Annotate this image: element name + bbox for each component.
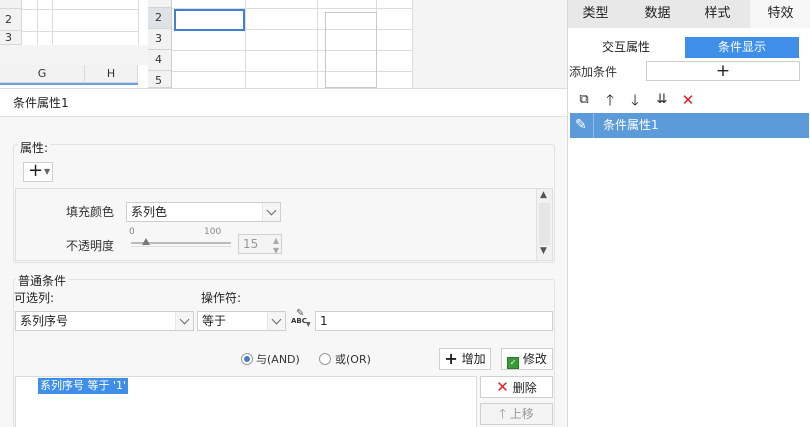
column-select[interactable]: 系列序号: [15, 311, 194, 331]
tab-type[interactable]: 类型: [568, 0, 623, 28]
arrow-up-icon: 🡑: [499, 407, 506, 422]
fill-color-value: 系列色: [131, 205, 168, 219]
properties-box: 填充颜色 系列色 不透明度 0 100 15 ▲ ▼ ▲ ▼: [15, 188, 553, 261]
right-panel: 类型 数据 样式 特效 交互属性 条件显示 添加条件 + ⧉ 🡑 🡓 ⇊ ✕ ✎…: [567, 0, 810, 427]
subtab-conditional-display[interactable]: 条件显示: [685, 37, 799, 58]
condition-group-label: 普通条件: [16, 272, 69, 289]
selected-cell[interactable]: [174, 9, 245, 31]
tab-data[interactable]: 数据: [630, 0, 685, 28]
opacity-slider-thumb[interactable]: [142, 238, 150, 245]
plus-icon: +: [715, 61, 731, 81]
operator-value: 等于: [202, 314, 227, 328]
pencil-icon: ✎: [575, 117, 587, 133]
dialog-title: 条件属性1: [0, 89, 567, 117]
opacity-value: 15: [243, 237, 259, 251]
add-property-button[interactable]: + ▼: [23, 162, 53, 182]
condition-value-input[interactable]: 1: [315, 311, 553, 331]
row-header-2: 2: [148, 8, 172, 29]
close-icon: ✕: [496, 378, 509, 396]
chevron-down-icon: [262, 203, 280, 221]
spinner-down-icon: ▼: [272, 246, 279, 255]
subtab-interaction[interactable]: 交互属性: [570, 37, 682, 58]
scroll-down-icon: ▼: [540, 246, 547, 256]
operator-label: 操作符:: [201, 291, 242, 305]
opacity-label: 不透明度: [66, 239, 115, 253]
pencil-icon: ✎: [296, 308, 305, 319]
scroll-up-icon: ▲: [540, 190, 547, 200]
add-condition-plus-button[interactable]: +: [646, 61, 800, 81]
copy-icon[interactable]: ⧉: [575, 91, 593, 109]
plus-icon: +: [444, 349, 458, 368]
or-label: 或(OR): [335, 353, 371, 366]
arrow-down-icon[interactable]: 🡓: [626, 91, 644, 109]
panel-tabs: 类型 数据 样式 特效: [568, 0, 810, 28]
move-up-button[interactable]: 🡑 上移: [480, 403, 553, 425]
delete-condition-button[interactable]: ✕ 删除: [480, 376, 553, 398]
edit-icon: ✓: [507, 357, 520, 369]
chevron-down-icon: [175, 312, 193, 330]
column-label: 可选列:: [14, 291, 55, 305]
row-header-3: 3: [0, 31, 22, 45]
row-header-5: 5: [148, 71, 172, 88]
operator-select[interactable]: 等于: [197, 311, 286, 331]
and-radio[interactable]: [241, 353, 253, 365]
tab-effects[interactable]: 特效: [750, 0, 810, 28]
close-icon[interactable]: ✕: [679, 91, 697, 109]
add-condition-label: 添加条件: [569, 65, 618, 79]
row-header-4: 4: [148, 50, 172, 71]
properties-label: 属性:: [18, 139, 51, 156]
fill-color-label: 填充颜色: [66, 205, 115, 219]
plus-icon: +: [28, 160, 44, 181]
condition-dialog: 条件属性1 属性: + ▼ 填充颜色 系列色 不透明度 0 100 15 ▲ ▼…: [0, 88, 567, 427]
opacity-min-label: 0: [129, 227, 135, 237]
main-sheet: 2 3 4 5: [148, 0, 413, 88]
arrow-up-icon[interactable]: 🡑: [601, 91, 619, 109]
row-header-3: 3: [148, 29, 172, 50]
list-item[interactable]: ✎ 条件属性1: [570, 113, 809, 138]
condition-expression[interactable]: 系列序号 等于 '1': [38, 378, 129, 394]
column-value: 系列序号: [20, 314, 69, 328]
fill-color-select[interactable]: 系列色: [126, 202, 281, 222]
row-header-2: 2: [0, 9, 22, 31]
left-sheet: 2 3 G H: [0, 0, 148, 88]
chevron-down-icon: [267, 312, 285, 330]
properties-scrollbar[interactable]: ▲ ▼: [536, 189, 552, 260]
tab-style[interactable]: 样式: [690, 0, 745, 28]
opacity-spinner[interactable]: 15 ▲ ▼: [238, 234, 282, 255]
spreadsheet-area: 2 3 G H 2 3 4 5: [0, 0, 567, 88]
col-header-h: H: [85, 65, 138, 83]
value-type-button[interactable]: ABC ✎ ▼: [290, 308, 312, 331]
caret-down-icon: ▼: [44, 167, 51, 176]
edit-condition-button[interactable]: ✓ 修改: [501, 348, 553, 370]
condition-list[interactable]: 系列序号 等于 '1': [15, 376, 477, 427]
and-label: 与(AND): [256, 353, 300, 366]
add-condition-button[interactable]: + 增加: [439, 348, 491, 370]
move-to-bottom-icon[interactable]: ⇊: [653, 91, 671, 109]
or-radio[interactable]: [319, 353, 331, 365]
list-item-label: 条件属性1: [603, 118, 659, 132]
col-header-g: G: [0, 65, 85, 83]
opacity-max-label: 100: [204, 227, 222, 237]
